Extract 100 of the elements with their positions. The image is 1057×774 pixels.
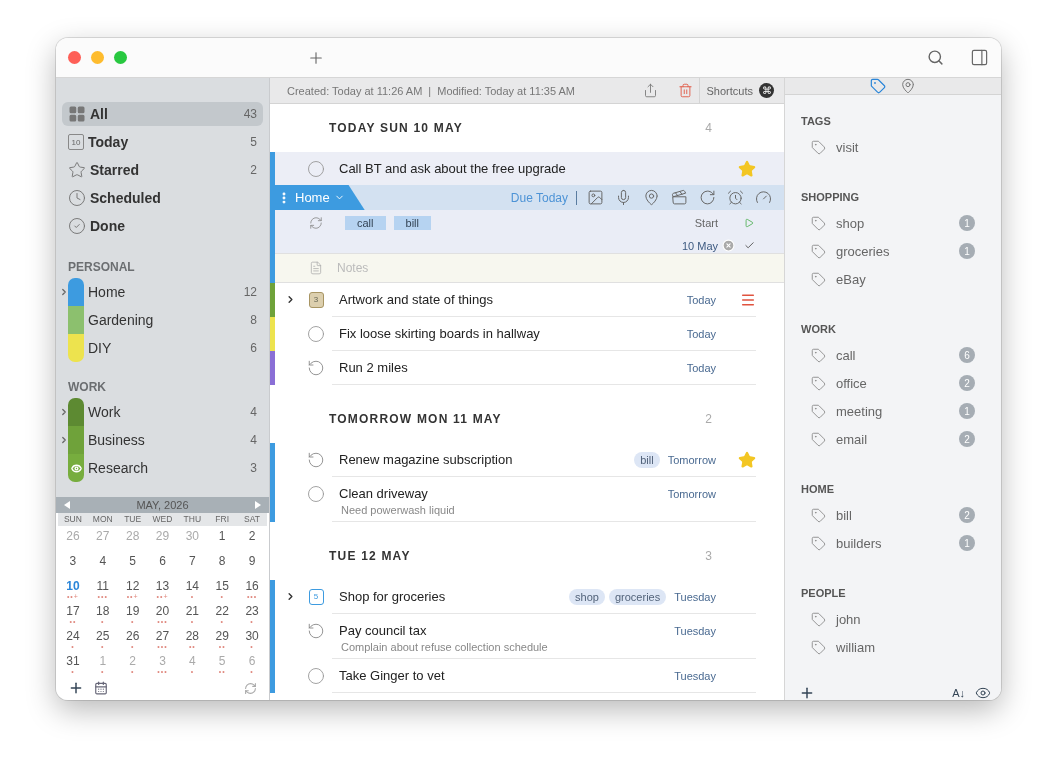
image-icon[interactable] [587,189,604,206]
tag-item[interactable]: call 6 [801,341,975,369]
check-icon[interactable] [744,240,755,251]
add-icon[interactable] [68,680,84,696]
tag-item[interactable]: bill 2 [801,501,975,529]
tag-chip[interactable]: shop [569,588,605,605]
list-item[interactable]: DIY 6 [56,334,269,362]
list-item[interactable]: Business 4 [56,426,269,454]
calendar-day[interactable]: 28 [185,629,200,643]
clapperboard-icon[interactable] [671,189,688,206]
tag-item[interactable]: groceries 1 [801,237,975,265]
star-icon[interactable] [738,450,756,469]
location-tab[interactable] [900,78,916,94]
checkbox-circle[interactable] [307,666,325,685]
play-icon[interactable] [744,218,754,228]
location-icon[interactable] [643,189,660,206]
sidebar-item[interactable]: 10 Today 5 [62,130,263,154]
gauge-icon[interactable] [755,189,772,206]
calendar-day[interactable]: 1 [218,529,226,543]
tag-chip[interactable]: groceries [608,588,667,605]
calendar-day[interactable]: 8 [218,554,226,568]
trash-icon[interactable] [677,83,693,98]
task-row[interactable]: Pay council tax Tuesday Complain about refuse collection schedule [270,614,784,659]
calendar-day[interactable]: 31 [66,654,80,668]
task-row[interactable]: Take Ginger to vet Tuesday [270,659,784,693]
eye-icon[interactable] [975,685,991,700]
calendar-day[interactable]: 27 [155,629,170,643]
tag-item[interactable]: william [801,633,975,661]
task-row[interactable]: 5 Shop for groceries shop groceries Tuesday [270,580,784,614]
task-row[interactable]: Fix loose skirting boards in hallway Today [270,317,784,351]
expand-icon[interactable] [285,294,296,305]
checkbox-circle[interactable] [307,484,325,503]
alarm-icon[interactable] [727,189,744,206]
calendar-day[interactable]: 17 [66,604,80,618]
task-row[interactable]: Renew magazine subscription bill Tomorrow [270,443,784,477]
checkbox-circle[interactable] [307,159,325,178]
list-item[interactable]: Research 3 [56,454,269,482]
tag-item[interactable]: office 2 [801,369,975,397]
calendar-day[interactable]: 9 [248,554,256,568]
microphone-icon[interactable] [615,189,632,206]
sidebar-item[interactable]: Done [62,214,263,238]
sidebar-toggle-icon[interactable] [970,48,989,67]
task-row[interactable]: 3 Artwork and state of things Today [270,283,784,317]
calendar-day[interactable]: 3 [69,554,77,568]
calendar-day[interactable]: 19 [125,604,140,618]
calendar-day[interactable]: 24 [66,629,80,643]
sidebar-item[interactable]: Scheduled [62,186,263,210]
calendar-day[interactable]: 10 [66,579,80,593]
tag-tab[interactable] [870,78,886,94]
chevron-icon[interactable] [59,407,69,417]
refresh-icon[interactable] [244,681,257,695]
calendar-day[interactable]: 18 [96,604,110,618]
tag-item[interactable]: meeting 1 [801,397,975,425]
close-button[interactable] [68,51,81,64]
tag-item[interactable]: email 2 [801,425,975,453]
calendar-day[interactable]: 20 [155,604,170,618]
tag-item[interactable]: eBay [801,265,975,293]
calendar-day[interactable]: 26 [125,629,140,643]
calendar-day[interactable]: 29 [215,629,229,643]
calendar-day[interactable]: 6 [159,554,166,568]
list-item[interactable]: Work 4 [56,398,269,426]
calendar-day[interactable]: 22 [215,604,229,618]
repeat-icon[interactable] [699,189,716,206]
calendar-day[interactable]: 4 [99,554,107,568]
sort-button[interactable]: A↓ [952,687,965,699]
add-icon[interactable] [799,685,815,700]
tag-item[interactable]: john [801,605,975,633]
calendar-day[interactable]: 30 [245,629,259,643]
calendar-day[interactable]: 5 [129,554,136,568]
task-row[interactable]: Clean driveway Tomorrow Need powerwash liquid [270,477,784,522]
expand-icon[interactable] [285,591,296,602]
tag-chip[interactable]: call [345,216,386,230]
calendar-day[interactable]: 14 [185,579,200,593]
calendar-day[interactable]: 11 [96,579,109,593]
calendar-day[interactable]: 21 [185,604,200,618]
task-row[interactable]: Call BT and ask about the free upgrade Home Due Today call bill Start 10 May Notes [270,152,784,283]
chevron-icon[interactable] [59,287,69,297]
minimize-button[interactable] [91,51,104,64]
sidebar-item[interactable]: Starred 2 [62,158,263,182]
calendar-day[interactable]: 25 [96,629,110,643]
tag-chip[interactable]: bill [634,451,660,468]
task-row[interactable]: Run 2 miles Today [270,351,784,385]
tag-item[interactable]: shop 1 [801,209,975,237]
tag-item[interactable]: builders 1 [801,529,975,557]
shortcuts-button[interactable]: Shortcuts ⌘ [698,78,784,104]
chevron-icon[interactable] [59,435,69,445]
share-icon[interactable] [642,83,658,98]
clear-icon[interactable] [722,239,735,252]
calendar-day[interactable]: 23 [245,604,259,618]
checkbox-circle[interactable] [307,324,325,343]
list-item[interactable]: Gardening 8 [56,306,269,334]
calendar-day[interactable]: 7 [189,554,196,568]
search-icon[interactable] [927,49,944,66]
zoom-button[interactable] [114,51,127,64]
calendar-day[interactable]: 12 [125,579,140,593]
calendar-day[interactable]: 16 [245,579,259,593]
calendar-icon[interactable] [94,681,108,695]
list-item[interactable]: Home 12 [56,278,269,306]
star-icon[interactable] [738,159,756,178]
calendar-day[interactable]: 2 [248,529,256,543]
